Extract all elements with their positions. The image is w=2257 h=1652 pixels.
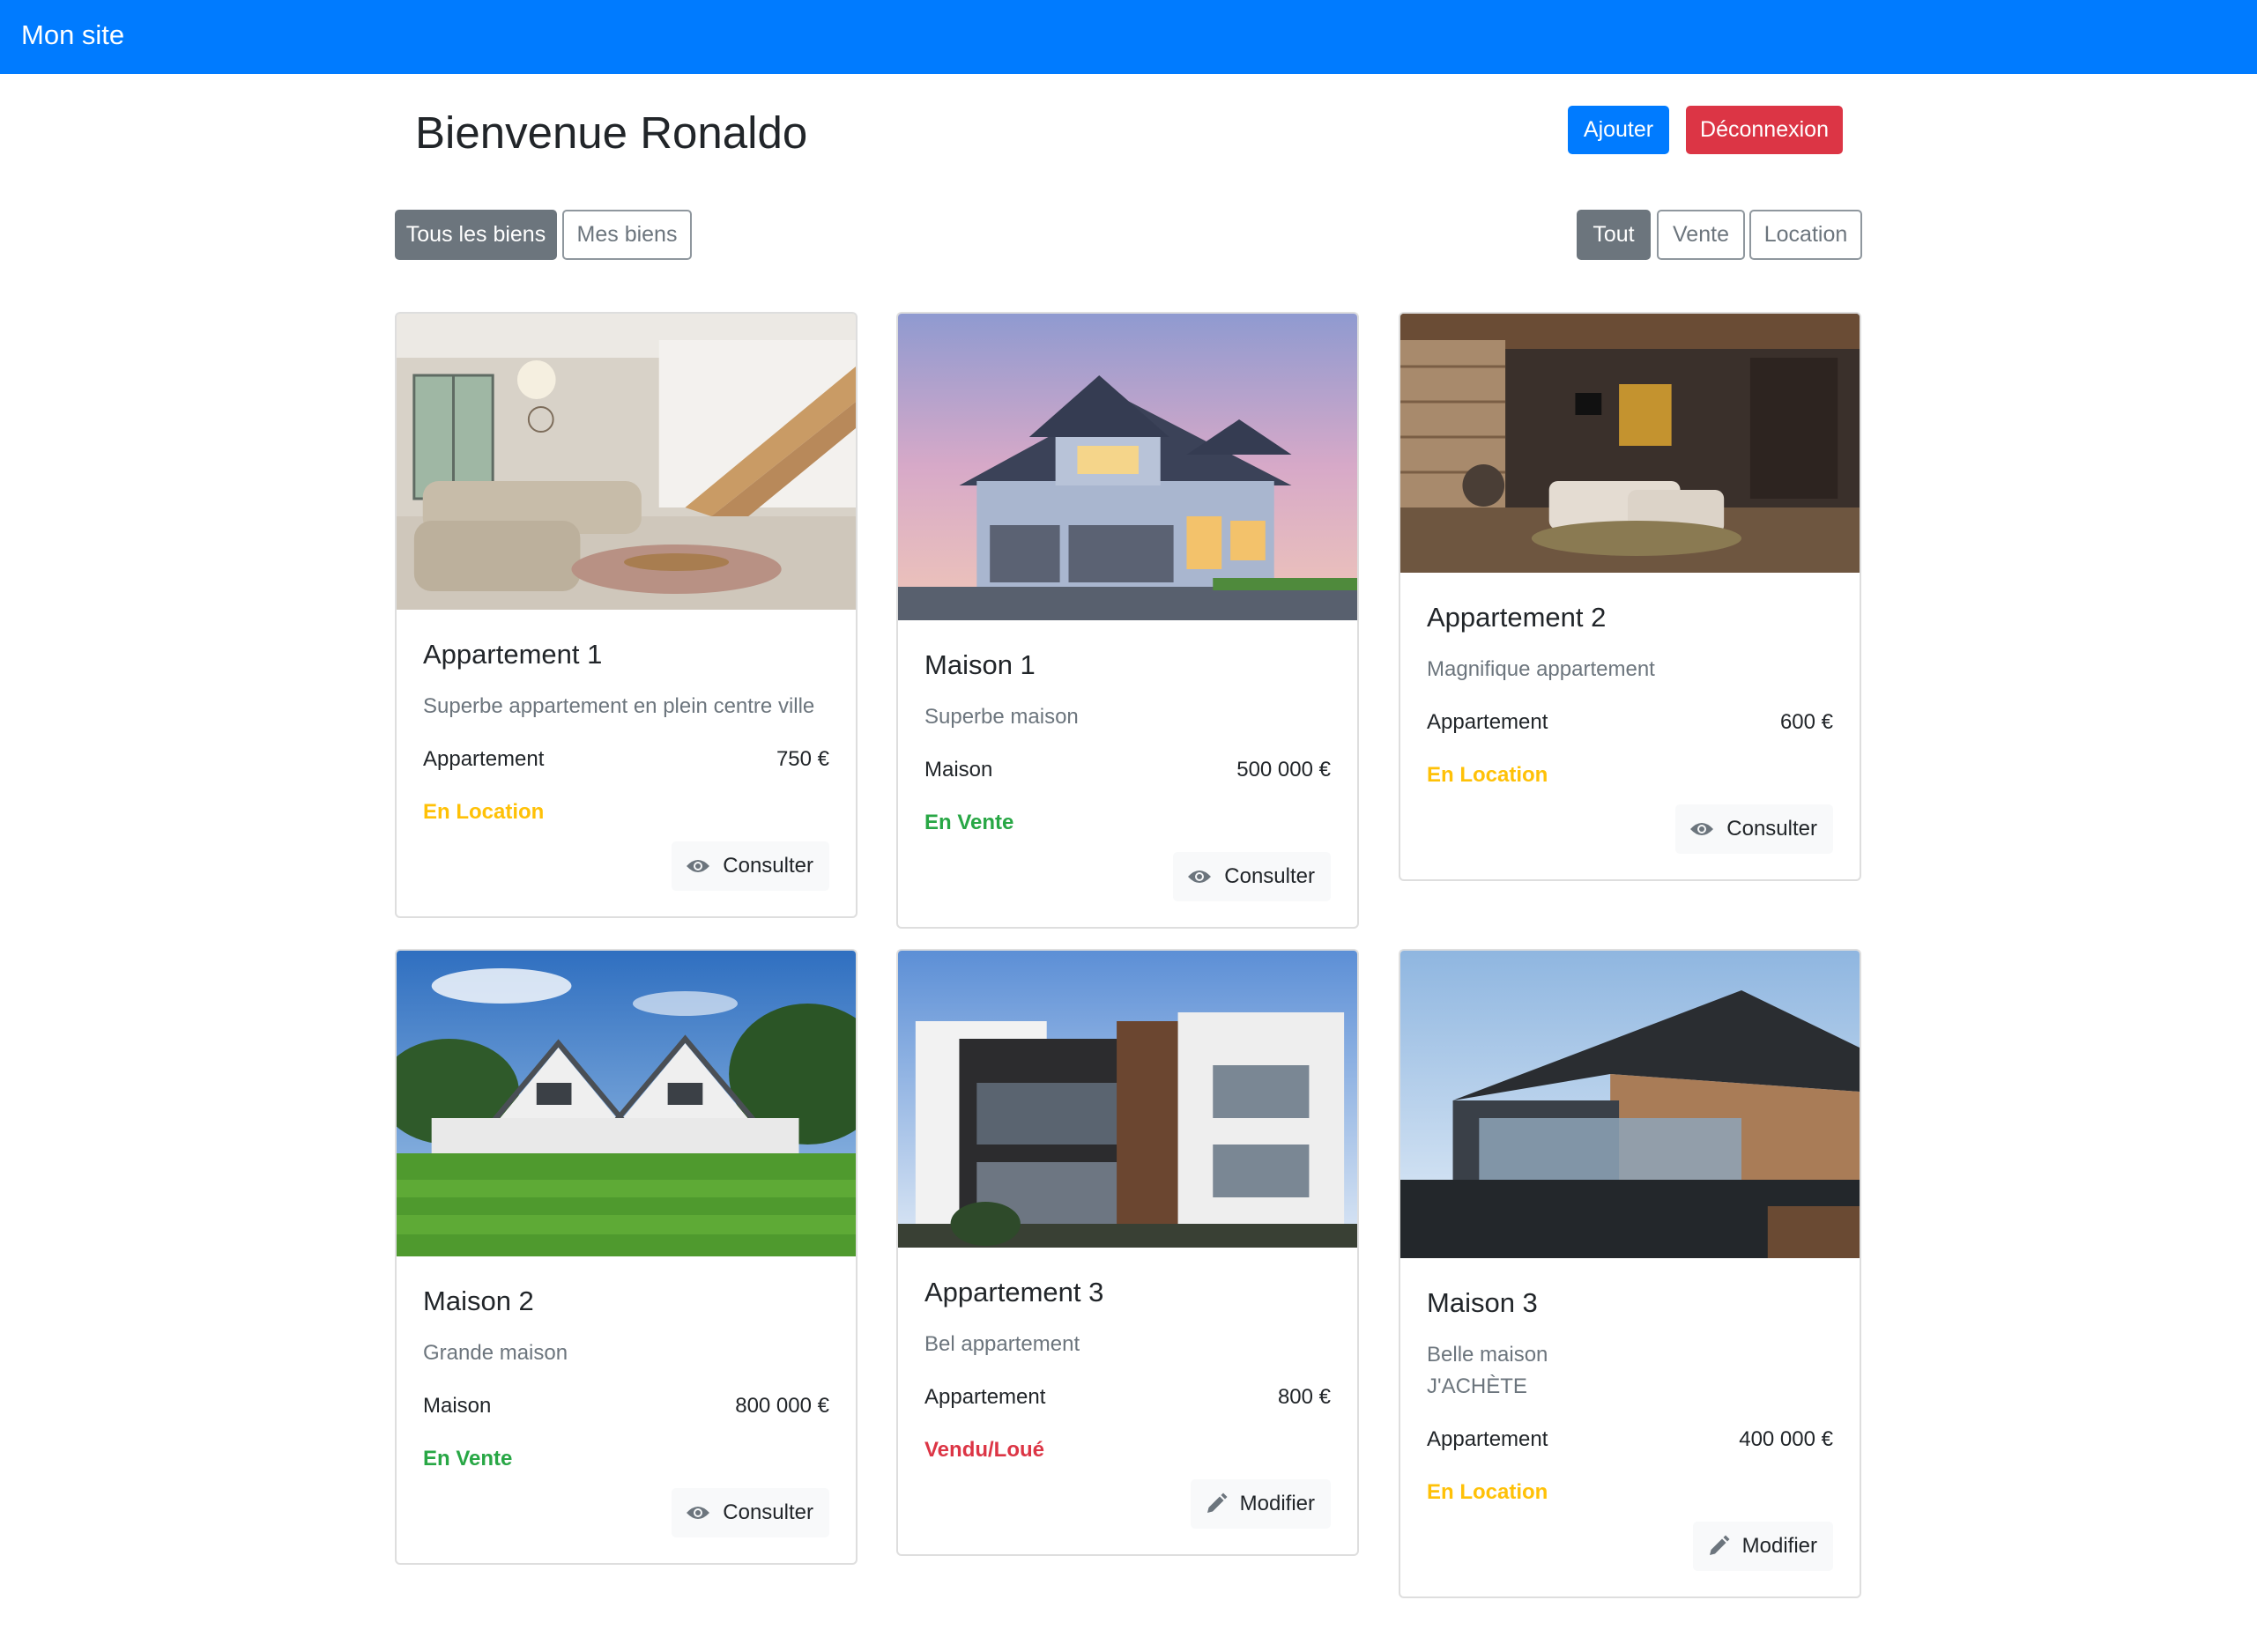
view-button[interactable]: Consulter bbox=[1675, 804, 1833, 854]
property-info-row: Maison 500 000 € bbox=[924, 754, 1331, 786]
property-image[interactable] bbox=[397, 951, 856, 1256]
edit-button[interactable]: Modifier bbox=[1190, 1479, 1331, 1529]
property-info-row: Maison 800 000 € bbox=[423, 1390, 829, 1422]
brand-link[interactable]: Mon site bbox=[21, 19, 124, 51]
page-title: Bienvenue Ronaldo bbox=[415, 107, 808, 158]
property-description: Magnifique appartement bbox=[1427, 657, 1655, 681]
view-button[interactable]: Consulter bbox=[672, 1488, 829, 1537]
property-title: Appartement 1 bbox=[423, 639, 603, 670]
property-price: 800 € bbox=[1277, 1385, 1331, 1409]
property-price: 500 000 € bbox=[1236, 758, 1331, 782]
view-button-label: Consulter bbox=[723, 854, 813, 878]
edit-button[interactable]: Modifier bbox=[1692, 1522, 1833, 1571]
property-status: En Location bbox=[1427, 763, 1548, 787]
property-image[interactable] bbox=[1400, 314, 1860, 573]
property-card: Appartement 2 Magnifique appartement App… bbox=[1399, 312, 1861, 881]
property-status: Vendu/Loué bbox=[924, 1438, 1045, 1462]
property-info-row: Appartement 750 € bbox=[423, 744, 829, 775]
property-status: En Location bbox=[423, 800, 545, 824]
property-description: Bel appartement bbox=[924, 1332, 1080, 1356]
property-status: En Vente bbox=[924, 811, 1014, 834]
property-image[interactable] bbox=[397, 314, 856, 610]
property-price: 800 000 € bbox=[735, 1394, 829, 1418]
property-type: Maison bbox=[924, 758, 993, 782]
property-title: Maison 1 bbox=[924, 649, 1036, 680]
eye-icon bbox=[1188, 870, 1212, 883]
property-card: Maison 3 Belle maison J'ACHÈTE Apparteme… bbox=[1399, 949, 1861, 1598]
property-info-row: Appartement 800 € bbox=[924, 1382, 1331, 1413]
view-button-label: Consulter bbox=[1224, 864, 1315, 888]
property-type: Appartement bbox=[1427, 1427, 1548, 1451]
property-type: Appartement bbox=[1427, 710, 1548, 734]
view-button[interactable]: Consulter bbox=[672, 841, 829, 891]
property-type: Appartement bbox=[423, 747, 545, 771]
property-description: Belle maison J'ACHÈTE bbox=[1427, 1343, 1548, 1398]
property-description: Superbe maison bbox=[924, 705, 1079, 729]
pencil-icon bbox=[1206, 1493, 1228, 1513]
property-price: 600 € bbox=[1779, 710, 1833, 734]
eye-icon bbox=[1690, 823, 1714, 835]
view-button-label: Consulter bbox=[723, 1500, 813, 1524]
property-title: Appartement 3 bbox=[924, 1277, 1104, 1308]
filter-all-properties[interactable]: Tous les biens bbox=[395, 210, 557, 260]
edit-button-label: Modifier bbox=[1741, 1534, 1817, 1558]
property-info-row: Appartement 400 000 € bbox=[1427, 1424, 1833, 1456]
property-info-row: Appartement 600 € bbox=[1427, 707, 1833, 738]
property-price: 400 000 € bbox=[1739, 1427, 1833, 1451]
eye-icon bbox=[687, 1507, 710, 1519]
view-button-label: Consulter bbox=[1726, 817, 1817, 841]
property-card: Maison 1 Superbe maison Maison 500 000 €… bbox=[896, 312, 1359, 929]
property-image[interactable] bbox=[898, 314, 1357, 620]
property-description: Superbe appartement en plein centre vill… bbox=[423, 694, 815, 718]
property-title: Maison 2 bbox=[423, 1285, 534, 1316]
pencil-icon bbox=[1709, 1535, 1730, 1555]
view-button[interactable]: Consulter bbox=[1173, 852, 1331, 901]
property-status: En Vente bbox=[423, 1447, 513, 1471]
add-button[interactable]: Ajouter bbox=[1568, 106, 1669, 154]
filter-type-all[interactable]: Tout bbox=[1577, 210, 1651, 260]
property-description: Grande maison bbox=[423, 1341, 568, 1365]
logout-button[interactable]: Déconnexion bbox=[1686, 106, 1843, 154]
filter-type-sale[interactable]: Vente bbox=[1657, 210, 1745, 260]
property-title: Appartement 2 bbox=[1427, 602, 1607, 633]
property-type: Maison bbox=[423, 1394, 492, 1418]
property-price: 750 € bbox=[776, 747, 829, 771]
property-image[interactable] bbox=[1400, 951, 1860, 1258]
property-type: Appartement bbox=[924, 1385, 1046, 1409]
property-card: Appartement 3 Bel appartement Appartemen… bbox=[896, 949, 1359, 1556]
filter-my-properties[interactable]: Mes biens bbox=[562, 210, 692, 260]
navbar: Mon site bbox=[0, 0, 2257, 74]
property-card: Appartement 1 Superbe appartement en ple… bbox=[395, 312, 858, 918]
filter-type-rent[interactable]: Location bbox=[1749, 210, 1862, 260]
eye-icon bbox=[687, 860, 710, 872]
property-title: Maison 3 bbox=[1427, 1287, 1538, 1318]
edit-button-label: Modifier bbox=[1239, 1492, 1315, 1515]
property-image[interactable] bbox=[898, 951, 1357, 1248]
property-card: Maison 2 Grande maison Maison 800 000 € … bbox=[395, 949, 858, 1565]
property-status: En Location bbox=[1427, 1480, 1548, 1504]
